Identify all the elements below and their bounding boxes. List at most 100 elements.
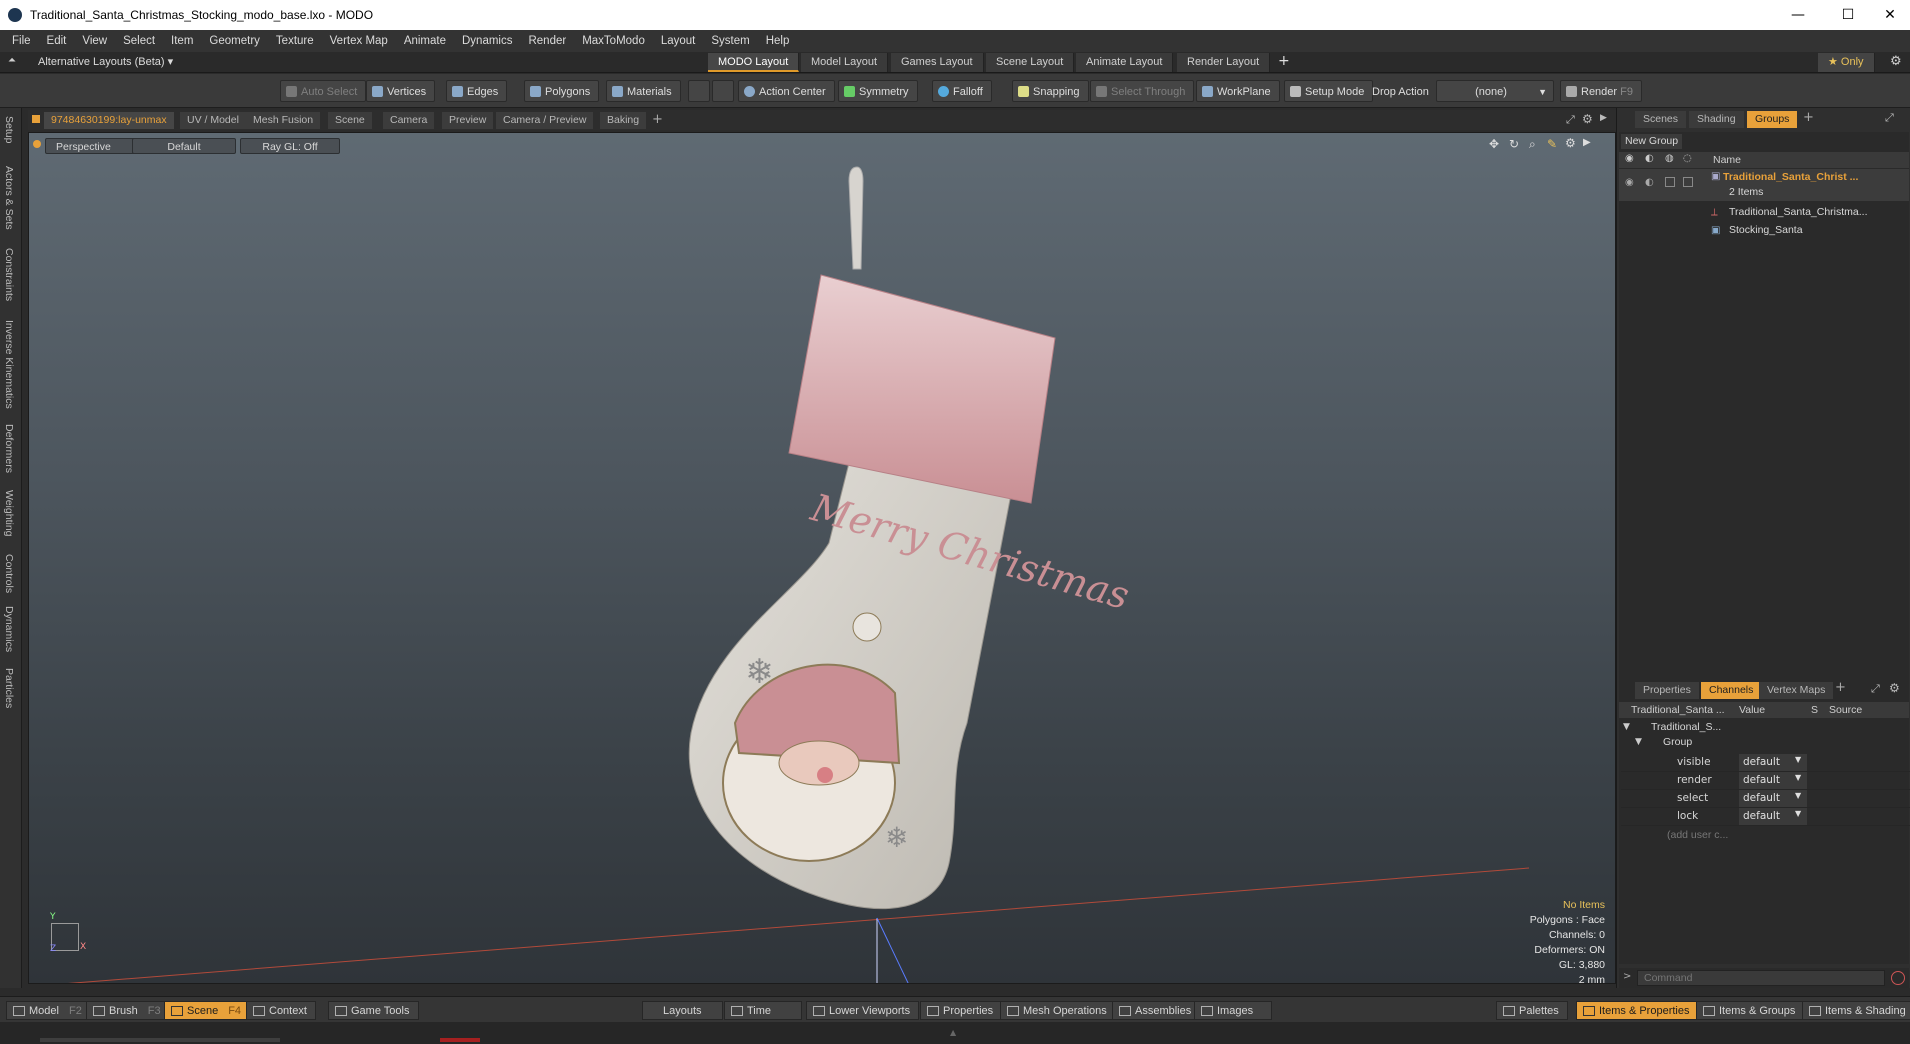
tab-model-layout[interactable]: Model Layout xyxy=(801,53,889,72)
properties-button[interactable]: Properties xyxy=(920,1001,1003,1020)
add-panel-tab-button[interactable]: + xyxy=(1803,110,1814,125)
images-button[interactable]: Images xyxy=(1194,1001,1272,1020)
close-button[interactable]: ✕ xyxy=(1872,4,1908,26)
side-tab-inverse-kinematics[interactable]: Inverse Kinematics xyxy=(3,320,15,409)
items-groups-button[interactable]: Items & Groups xyxy=(1696,1001,1805,1020)
menu-vertex-map[interactable]: Vertex Map xyxy=(322,30,396,52)
alternative-layouts-dropdown[interactable]: Alternative Layouts (Beta) ▾ xyxy=(38,55,173,68)
minimize-button[interactable]: — xyxy=(1780,4,1816,26)
context-button[interactable]: Context xyxy=(246,1001,316,1020)
setup-mode-button[interactable]: Setup Mode xyxy=(1284,80,1374,102)
menu-texture[interactable]: Texture xyxy=(268,30,322,52)
render-button[interactable]: Render F9 xyxy=(1560,80,1642,102)
menu-edit[interactable]: Edit xyxy=(39,30,75,52)
mesh-operations-button[interactable]: Mesh Operations xyxy=(1000,1001,1116,1020)
only-toggle[interactable]: ★ Only xyxy=(1818,53,1875,72)
group-lock-checkbox[interactable] xyxy=(1665,177,1675,187)
time-button[interactable]: Time xyxy=(724,1001,802,1020)
menu-select[interactable]: Select xyxy=(115,30,163,52)
side-tab-particles[interactable]: Particles xyxy=(3,668,15,708)
select-shield-icon[interactable] xyxy=(688,80,710,102)
palettes-button[interactable]: Palettes xyxy=(1496,1001,1568,1020)
side-tab-deformers[interactable]: Deformers xyxy=(3,424,15,473)
layouts-button[interactable]: Layouts xyxy=(642,1001,723,1020)
polygons-button[interactable]: Polygons xyxy=(524,80,600,102)
symmetry-button[interactable]: Symmetry xyxy=(838,80,918,102)
menu-geometry[interactable]: Geometry xyxy=(201,30,268,52)
tab-vertex-maps[interactable]: Vertex Maps xyxy=(1759,682,1834,699)
select-icon[interactable]: ◌ xyxy=(1683,153,1692,164)
tab-scroll-arrow-icon[interactable]: ▶ xyxy=(1600,113,1607,123)
tab-modo-layout[interactable]: MODO Layout xyxy=(708,53,800,72)
snapping-button[interactable]: Snapping xyxy=(1012,80,1089,102)
scene-mode-button[interactable]: Scene F4 xyxy=(164,1001,251,1020)
side-tab-dynamics[interactable]: Dynamics xyxy=(3,606,15,652)
stocking-model[interactable]: Merry Christmas ❄ ❄ xyxy=(649,163,1129,933)
settings-gear-icon[interactable]: ⚙ xyxy=(1890,54,1902,69)
channel-row-select[interactable]: select default ▼ xyxy=(1621,790,1910,808)
command-input[interactable] xyxy=(1637,970,1885,986)
expand-group-arrow-icon[interactable]: ▼ xyxy=(1635,737,1642,747)
channel-row-lock[interactable]: lock default ▼ xyxy=(1621,808,1910,826)
tab-camera-preview[interactable]: Camera / Preview xyxy=(496,112,594,129)
menu-dynamics[interactable]: Dynamics xyxy=(454,30,520,52)
tab-games-layout[interactable]: Games Layout xyxy=(891,53,984,72)
model-mode-button[interactable]: Model F2 xyxy=(6,1001,91,1020)
tab-preview[interactable]: Preview xyxy=(442,112,494,129)
edges-button[interactable]: Edges xyxy=(446,80,508,102)
action-center-button[interactable]: Action Center xyxy=(738,80,835,102)
tab-animate-layout[interactable]: Animate Layout xyxy=(1076,53,1174,72)
tab-render-layout[interactable]: Render Layout xyxy=(1177,53,1271,72)
group-select-checkbox[interactable] xyxy=(1683,177,1693,187)
menu-system[interactable]: System xyxy=(703,30,757,52)
3d-viewport[interactable]: Perspective Default Ray GL: Off ✥ ↻ ⌕ ✎ … xyxy=(28,132,1616,984)
drop-action-dropdown[interactable]: (none) ▼ xyxy=(1436,80,1554,102)
workplane-button[interactable]: WorkPlane xyxy=(1196,80,1280,102)
tab-camera[interactable]: Camera xyxy=(383,112,435,129)
items-properties-button[interactable]: Items & Properties xyxy=(1576,1001,1699,1020)
side-tab-setup[interactable]: Setup xyxy=(3,116,15,143)
channels-gear-icon[interactable]: ⚙ xyxy=(1889,681,1900,695)
channel-row-visible[interactable]: visible default ▼ xyxy=(1621,754,1910,772)
new-group-button[interactable]: New Group xyxy=(1621,134,1683,149)
maximize-panel-icon[interactable]: ⤢ xyxy=(1885,111,1894,125)
collapse-icon[interactable]: ⏶ xyxy=(8,55,16,66)
channel-root-item[interactable]: Traditional_S... xyxy=(1651,721,1721,733)
expand-arrow-icon[interactable]: ▼ xyxy=(1623,722,1630,732)
menu-animate[interactable]: Animate xyxy=(396,30,454,52)
maximize-viewport-icon[interactable]: ⤢ xyxy=(1566,113,1575,127)
brush-mode-button[interactable]: Brush F3 xyxy=(86,1001,170,1020)
tab-uv-model[interactable]: UV / Model xyxy=(180,112,246,129)
items-shading-button[interactable]: Items & Shading xyxy=(1802,1001,1910,1020)
side-tab-controls[interactable]: Controls xyxy=(3,554,15,593)
tab-shading[interactable]: Shading xyxy=(1689,111,1744,128)
menu-layout[interactable]: Layout xyxy=(653,30,704,52)
tab-scenes[interactable]: Scenes xyxy=(1635,111,1687,128)
menu-file[interactable]: File xyxy=(4,30,39,52)
add-user-channel[interactable]: (add user c... xyxy=(1667,829,1728,841)
side-tab-actors-sets[interactable]: Actors & Sets xyxy=(3,166,15,230)
timeline-marker[interactable] xyxy=(440,1038,480,1042)
render-icon[interactable]: ◐ xyxy=(1645,153,1654,164)
select-settings-icon[interactable] xyxy=(712,80,734,102)
tab-baking[interactable]: Baking xyxy=(600,112,647,129)
side-tab-weighting[interactable]: Weighting xyxy=(3,490,15,537)
tab-groups[interactable]: Groups xyxy=(1747,111,1798,128)
vertices-button[interactable]: Vertices xyxy=(366,80,436,102)
record-macro-icon[interactable] xyxy=(1891,971,1905,985)
menu-maxtomodo[interactable]: MaxToModo xyxy=(574,30,653,52)
tree-item-mesh[interactable]: Traditional_Santa_Christma... xyxy=(1729,206,1868,218)
group-name[interactable]: Traditional_Santa_Christ ... xyxy=(1723,171,1858,183)
add-channels-tab-button[interactable]: + xyxy=(1835,680,1846,695)
channel-row-render[interactable]: render default ▼ xyxy=(1621,772,1910,790)
lower-viewports-button[interactable]: Lower Viewports xyxy=(806,1001,920,1020)
add-viewport-tab-button[interactable]: + xyxy=(652,112,663,127)
lock-icon[interactable]: ◍ xyxy=(1665,153,1674,164)
tab-mesh-fusion[interactable]: Mesh Fusion xyxy=(246,112,321,129)
group-render-icon[interactable]: ◐ xyxy=(1645,177,1654,188)
tab-lay-unmax[interactable]: 97484630199:lay-unmax xyxy=(44,112,174,129)
group-row[interactable]: ◉ ◐ ▣ Traditional_Santa_Christ ... 2 Ite… xyxy=(1619,169,1909,201)
tab-channels[interactable]: Channels xyxy=(1701,682,1762,699)
menu-item[interactable]: Item xyxy=(163,30,201,52)
auto-select-button[interactable]: Auto Select xyxy=(280,80,367,102)
